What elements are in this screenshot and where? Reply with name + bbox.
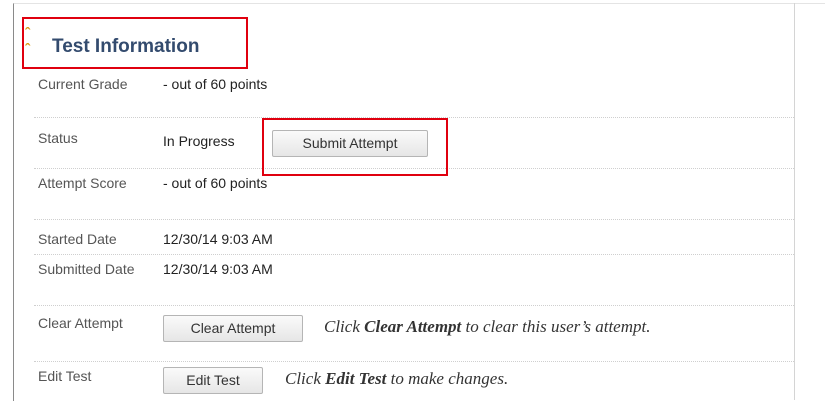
clear-attempt-hint-suffix: to clear this user’s attempt. xyxy=(461,317,651,336)
edit-test-hint-suffix: to make changes. xyxy=(386,369,509,388)
submit-highlight-box xyxy=(262,118,448,176)
row-edit-test: Edit Test Edit Test Click Edit Test to m… xyxy=(34,362,794,402)
panel-right-border xyxy=(794,3,795,400)
row-attempt-score: Attempt Score - out of 60 points xyxy=(34,169,794,220)
submitted-date-label: Submitted Date xyxy=(38,261,135,277)
clear-attempt-hint: Click Clear Attempt to clear this user’s… xyxy=(324,317,650,337)
clear-attempt-label: Clear Attempt xyxy=(38,315,123,331)
edit-test-hint: Click Edit Test to make changes. xyxy=(285,369,508,389)
clear-attempt-hint-bold: Clear Attempt xyxy=(364,317,462,336)
edit-test-button[interactable]: Edit Test xyxy=(163,367,263,394)
attempt-score-value: - out of 60 points xyxy=(163,175,268,191)
double-chevron-up-icon[interactable]: ˆˆ xyxy=(25,26,30,58)
started-date-label: Started Date xyxy=(38,231,117,247)
submitted-date-value: 12/30/14 9:03 AM xyxy=(163,261,273,277)
row-submitted-date: Submitted Date 12/30/14 9:03 AM xyxy=(34,255,794,306)
row-current-grade: Current Grade - out of 60 points xyxy=(34,70,794,118)
edit-test-hint-bold: Edit Test xyxy=(325,369,387,388)
attempt-score-label: Attempt Score xyxy=(38,175,127,191)
section-title: Test Information xyxy=(52,36,200,57)
row-clear-attempt: Clear Attempt Clear Attempt Click Clear … xyxy=(34,309,794,362)
clear-attempt-hint-prefix: Click xyxy=(324,317,365,336)
status-value: In Progress xyxy=(163,133,235,149)
started-date-value: 12/30/14 9:03 AM xyxy=(163,231,273,247)
clear-attempt-button[interactable]: Clear Attempt xyxy=(163,315,303,342)
current-grade-value: - out of 60 points xyxy=(163,76,268,92)
edit-test-label: Edit Test xyxy=(38,368,92,384)
status-label: Status xyxy=(38,130,78,146)
row-started-date: Started Date 12/30/14 9:03 AM xyxy=(34,225,794,255)
current-grade-label: Current Grade xyxy=(38,76,128,92)
edit-test-hint-prefix: Click xyxy=(285,369,326,388)
